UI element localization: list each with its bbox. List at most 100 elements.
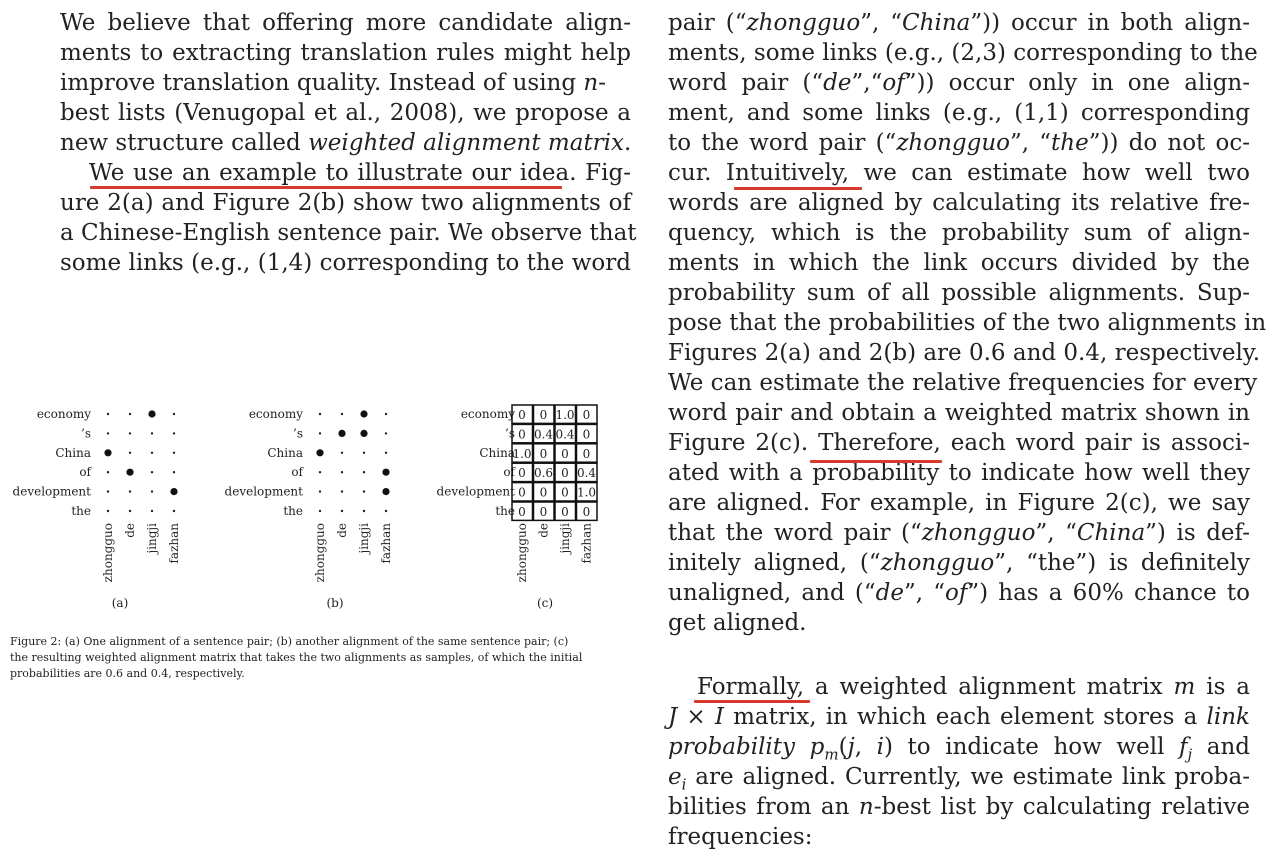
target-word-label: of [503, 465, 516, 479]
matrix-cell-value: 0.4 [555, 427, 574, 441]
matrix-cell-value: 0 [561, 505, 569, 519]
target-word-label: China [267, 446, 303, 460]
source-word-label: de [335, 523, 349, 538]
source-word-label: jingji [145, 523, 159, 556]
figure-caption-line: Figure 2: (a) One alignment of a sentenc… [10, 635, 569, 648]
alignment-figure: economy ’s China of development the zhongguo de… [13, 404, 598, 610]
text-span: new structure called [60, 130, 309, 156]
text-line: are aligned. For example, in Figure 2(c)… [668, 490, 1250, 516]
target-word-label: of [79, 465, 92, 479]
empty-cell-dot [318, 432, 322, 435]
text-span: - [598, 70, 607, 96]
target-word-label: development [225, 485, 304, 499]
source-word-label: fazhan [167, 523, 181, 564]
empty-cell-dot [106, 490, 110, 493]
text-line: initely aligned, (“zhongguo”, “the”) is … [668, 550, 1250, 576]
subfigure-label: (a) [112, 596, 129, 610]
text-line: We believe that offering more candidate … [60, 10, 631, 36]
source-word-label: zhongguo [101, 523, 115, 582]
matrix-cell-value: 0 [540, 505, 548, 519]
math-n: n [583, 70, 599, 96]
source-word-label: jingji [357, 523, 371, 556]
red-underline [734, 187, 862, 190]
matrix-cell-value: 0 [518, 505, 526, 519]
alignment-link-dot [360, 410, 368, 418]
matrix-cell-value: 0 [518, 408, 526, 422]
text-line: ment, and some links (e.g., (1,1) corres… [668, 100, 1250, 126]
text-span: improve translation quality. Instead of … [60, 70, 584, 96]
target-word-label: ’s [81, 426, 91, 440]
empty-cell-dot [128, 432, 132, 435]
target-word-label: the [283, 504, 303, 518]
matrix-cell-value: 0 [518, 466, 526, 480]
text-line: ure 2(a) and Figure 2(b) show two alignm… [60, 190, 631, 216]
source-word-label: jingji [558, 523, 572, 556]
source-word-label: zhongguo [313, 523, 327, 582]
empty-cell-dot [150, 490, 154, 493]
figure-caption-line: probabilities are 0.6 and 0.4, respectiv… [10, 667, 245, 680]
text-line: ated with a probability to indicate how … [668, 460, 1250, 486]
target-word-label: development [13, 485, 92, 499]
matrix-cell-value: 1.0 [555, 408, 574, 422]
empty-cell-dot [318, 471, 322, 474]
matrix-cell-value: 0 [561, 486, 569, 500]
text-line: words are aligned by calculating its rel… [668, 190, 1250, 216]
alignment-link-dot [148, 410, 156, 418]
empty-cell-dot [384, 432, 388, 435]
text-line: pair (“zhongguo”, “China”)) occur in bot… [668, 10, 1250, 36]
matrix-cell-value: 0 [561, 466, 569, 480]
empty-cell-dot [384, 451, 388, 454]
text-span: . [624, 130, 632, 156]
matrix-cell-value: 0 [540, 408, 548, 422]
empty-cell-dot [106, 412, 110, 416]
empty-cell-dot [340, 490, 344, 493]
empty-cell-dot [172, 509, 176, 513]
subfigure-label: (b) [326, 596, 343, 610]
text-line: J × I matrix, in which each element stor… [668, 704, 1250, 730]
source-word-label: de [123, 523, 137, 538]
subfigure-label: (c) [537, 596, 553, 610]
empty-cell-dot [340, 412, 344, 416]
text-line: improve translation quality. Instead of … [60, 68, 606, 98]
empty-cell-dot [150, 451, 154, 454]
text-line: ments, some links (e.g., (2,3) correspon… [668, 40, 1258, 66]
empty-cell-dot [150, 509, 154, 513]
target-word-label: economy [249, 407, 303, 421]
text-line: We use an example to illustrate our idea… [89, 160, 631, 186]
red-underline [810, 460, 942, 463]
source-word-label: de [537, 523, 551, 538]
matrix-cell-value: 1.0 [577, 486, 596, 500]
alignment-link-dot [382, 488, 390, 496]
empty-cell-dot [384, 509, 388, 513]
term-weighted-alignment-matrix: weighted alignment matrix [308, 130, 625, 156]
empty-cell-dot [128, 509, 132, 513]
figure-caption-line: the resulting weighted alignment matrix … [10, 651, 583, 664]
target-word-label: the [71, 504, 91, 518]
text-line: ments to extracting translation rules mi… [60, 40, 631, 66]
text-line: unaligned, and (“de”, “of”) has a 60% ch… [668, 580, 1250, 606]
text-line: We can estimate the relative frequencies… [668, 370, 1258, 396]
alignment-link-dot [360, 429, 368, 437]
text-line: get aligned. [668, 610, 807, 636]
text-line: word pair (“de”,“of”)) occur only in one… [668, 70, 1250, 96]
text-line: ments in which the link occurs divided b… [668, 250, 1250, 276]
text-line: to the word pair (“zhongguo”, “the”)) do… [668, 130, 1250, 156]
empty-cell-dot [150, 471, 154, 474]
target-word-label: ’s [293, 426, 303, 440]
text-line: probability sum of all possible alignmen… [668, 280, 1250, 306]
target-word-label: China [479, 446, 515, 460]
empty-cell-dot [362, 471, 366, 474]
text-line: a Chinese-English sentence pair. We obse… [60, 220, 637, 246]
text-line: frequencies: [668, 824, 813, 850]
text-line: new structure called weighted alignment … [60, 128, 631, 158]
text-line: Figure 2(c). Therefore, each word pair i… [668, 430, 1250, 456]
matrix-cell-value: 0 [540, 447, 548, 461]
red-underline [90, 186, 562, 189]
source-word-label: zhongguo [515, 523, 529, 582]
matrix-cell-value: 0 [583, 447, 591, 461]
matrix-cell-value: 0.4 [534, 427, 553, 441]
empty-cell-dot [106, 471, 110, 474]
matrix-cell-value: 0 [583, 505, 591, 519]
empty-cell-dot [362, 451, 366, 454]
matrix-cell-value: 0 [561, 447, 569, 461]
